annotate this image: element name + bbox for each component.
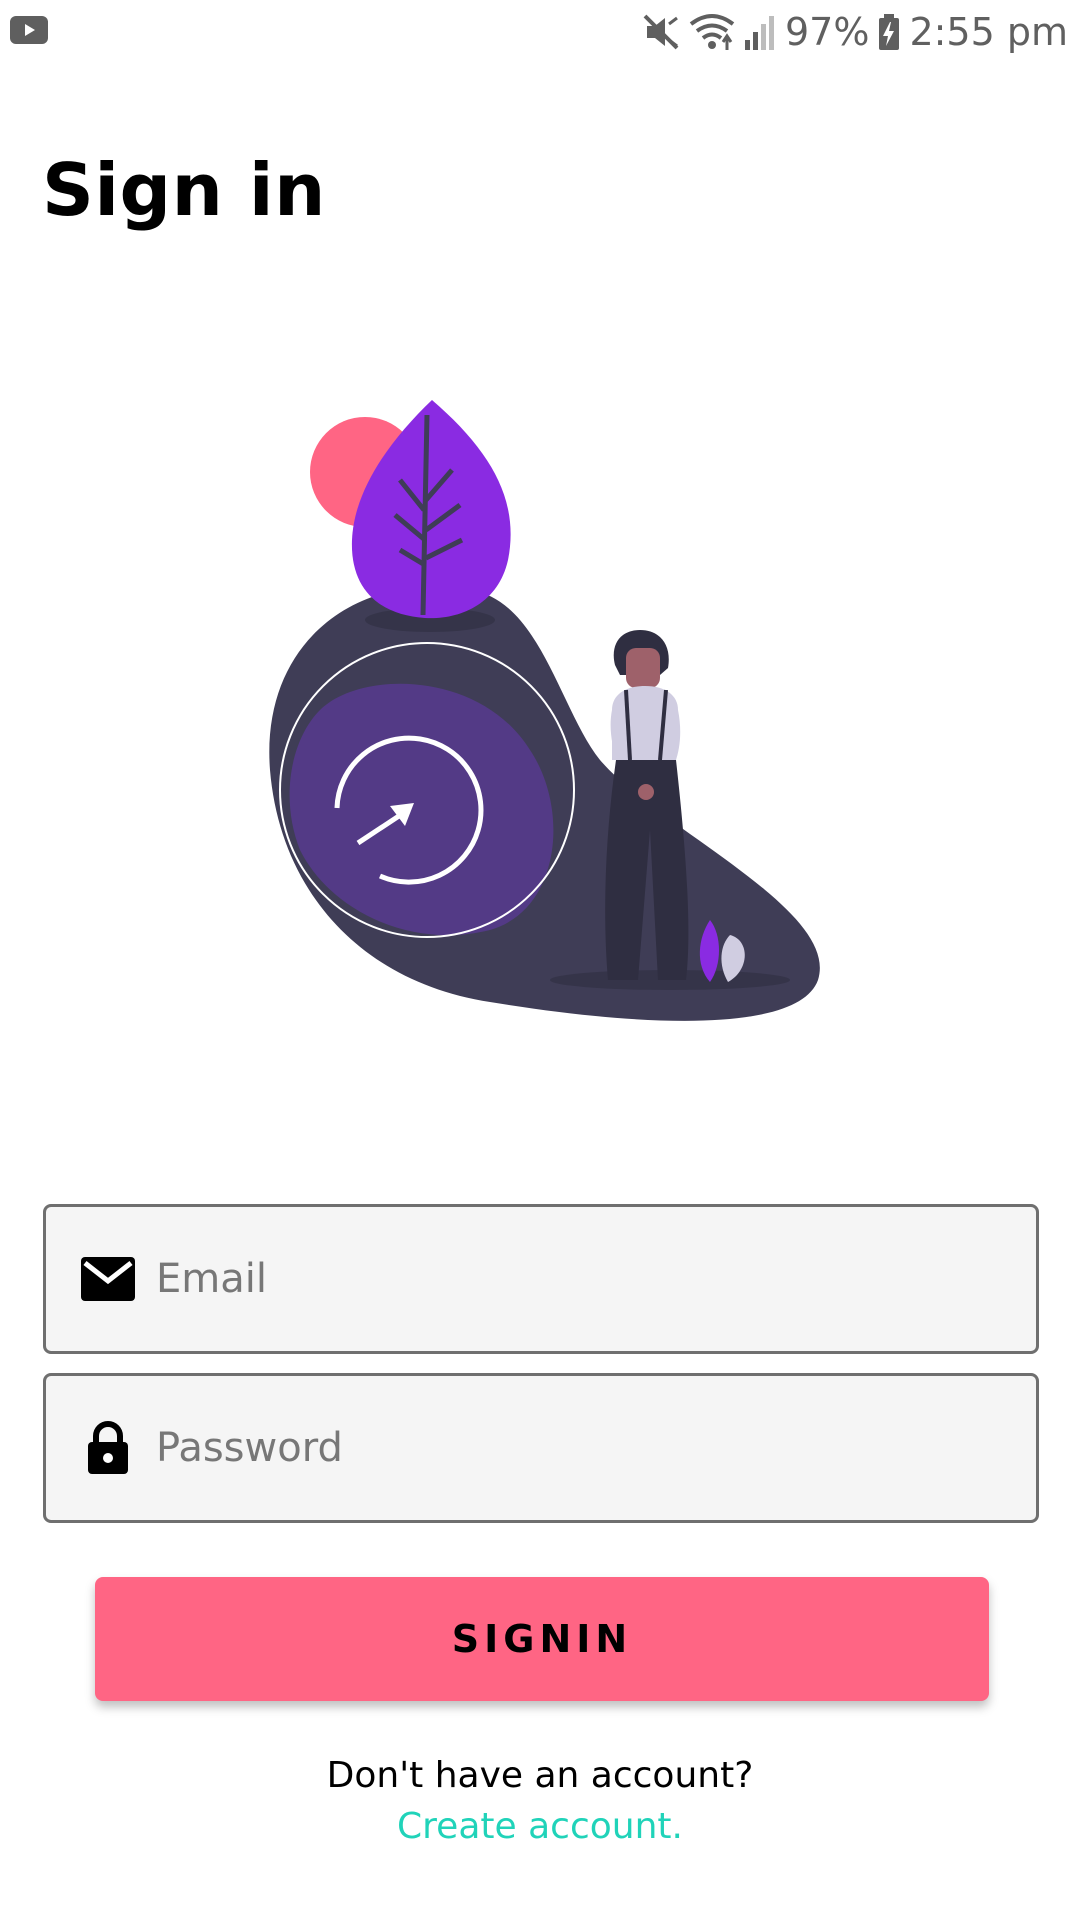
email-field[interactable] (43, 1204, 1039, 1354)
wifi-icon (689, 14, 735, 50)
sign-in-illustration (269, 400, 820, 1021)
signin-button[interactable]: SIGNIN (95, 1577, 989, 1701)
lock-icon (80, 1420, 136, 1476)
password-field[interactable] (43, 1373, 1039, 1523)
youtube-icon (10, 16, 48, 44)
clock: 2:55 pm (909, 10, 1068, 54)
mail-icon (80, 1251, 136, 1307)
battery-percentage: 97% (784, 10, 870, 54)
no-account-text: Don't have an account? (326, 1755, 754, 1796)
create-account-link[interactable]: Create account. (0, 1806, 1080, 1847)
status-bar: 97% 2:55 pm (0, 0, 1080, 64)
signal-icon (744, 16, 774, 50)
status-icons: 97% 2:55 pm (641, 6, 1068, 58)
mute-icon (643, 14, 679, 50)
email-input[interactable] (154, 1207, 1016, 1351)
page-title: Sign in (42, 148, 326, 232)
password-input[interactable] (154, 1376, 1016, 1520)
battery-charging-icon (879, 14, 900, 50)
